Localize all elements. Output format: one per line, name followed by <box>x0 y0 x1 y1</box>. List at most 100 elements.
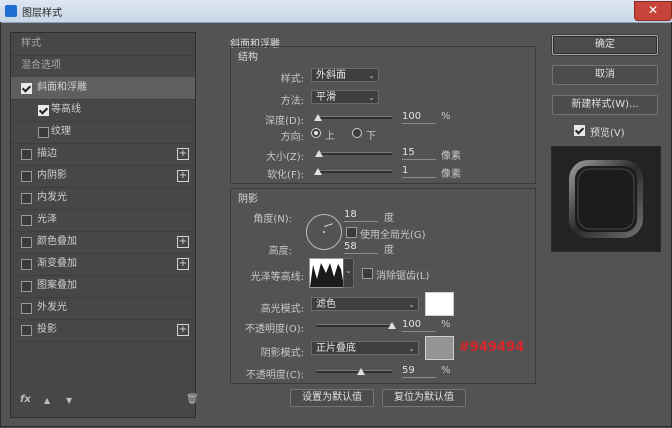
gloss-contour-picker[interactable] <box>309 258 345 288</box>
highlight-opacity-slider[interactable] <box>316 324 392 327</box>
depth-input[interactable]: 100 <box>402 110 436 124</box>
sidebar-item-checkbox[interactable] <box>38 127 49 138</box>
soften-label: 软化(F): <box>267 170 304 181</box>
sidebar-item-label: 渐变叠加 <box>37 258 77 269</box>
sidebar-item[interactable]: 描边 + <box>11 143 195 166</box>
antialias-checkbox[interactable] <box>362 268 373 279</box>
gloss-contour-dropdown[interactable]: ⌄ <box>343 258 354 288</box>
size-label: 大小(Z): <box>265 152 304 163</box>
sidebar-item[interactable]: 混合选项 <box>11 55 195 78</box>
shadow-opacity-input[interactable]: 59 <box>402 364 436 378</box>
altitude-input[interactable]: 58 <box>344 240 378 254</box>
shadow-color-swatch[interactable] <box>425 336 454 360</box>
sidebar-item[interactable]: 内发光 <box>11 187 195 210</box>
sidebar-item-label: 投影 <box>37 324 57 335</box>
sidebar-item-checkbox[interactable] <box>21 171 32 182</box>
shading-title: 阴影 <box>238 194 258 205</box>
sidebar-item-label: 描边 <box>37 148 57 159</box>
move-up-icon[interactable]: ▲ <box>44 396 50 405</box>
sidebar-item-label: 内发光 <box>37 192 67 203</box>
direction-up-radio[interactable] <box>311 128 321 138</box>
highlight-color-swatch[interactable] <box>425 292 454 316</box>
move-down-icon[interactable]: ▼ <box>66 396 72 405</box>
angle-input[interactable]: 18 <box>344 208 378 222</box>
add-effect-plus-icon[interactable]: + <box>177 170 189 182</box>
sidebar-item[interactable]: 样式 <box>11 33 195 56</box>
set-default-button[interactable]: 设置为默认值 <box>290 389 374 407</box>
styles-list: 样式 混合选项 斜面和浮雕 等高线 纹理 描边 + 内阴影 + 内发光 光泽 颜色叠加 + 渐变叠加 + 图案… <box>10 32 196 418</box>
ok-button[interactable]: 确定 <box>552 35 658 55</box>
shadow-mode-label: 阴影模式: <box>260 348 304 359</box>
sidebar-item-checkbox[interactable] <box>21 83 32 94</box>
shadow-opacity-unit: % <box>441 365 451 376</box>
add-effect-plus-icon[interactable]: + <box>177 148 189 160</box>
sidebar-item[interactable]: 颜色叠加 + <box>11 231 195 254</box>
shadow-mode-select[interactable]: 正片叠底 ⌄ <box>311 341 419 355</box>
preview-checkbox[interactable] <box>574 125 585 136</box>
sidebar-item-label: 样式 <box>21 38 41 49</box>
sidebar-item-checkbox[interactable] <box>21 259 32 270</box>
sidebar-item-label: 颜色叠加 <box>37 236 77 247</box>
sidebar-item[interactable]: 投影 + <box>11 319 195 342</box>
sidebar-item[interactable]: 纹理 <box>11 121 195 144</box>
cancel-button[interactable]: 取消 <box>552 65 658 85</box>
highlight-mode-select[interactable]: 滤色 ⌄ <box>311 297 419 311</box>
highlight-mode-value: 滤色 <box>316 299 336 310</box>
depth-slider[interactable] <box>316 116 392 119</box>
sidebar-item-checkbox[interactable] <box>21 237 32 248</box>
add-effect-plus-icon[interactable]: + <box>177 236 189 248</box>
direction-up-label: 上 <box>325 131 335 142</box>
highlight-opacity-input[interactable]: 100 <box>402 318 436 332</box>
size-input[interactable]: 15 <box>402 146 436 160</box>
add-effect-plus-icon[interactable]: + <box>177 258 189 270</box>
shadow-hex-annotation: #949494 <box>459 340 525 355</box>
soften-slider-thumb[interactable] <box>313 168 322 175</box>
sidebar-item-checkbox[interactable] <box>21 149 32 160</box>
size-slider-thumb[interactable] <box>315 150 324 157</box>
sidebar-item[interactable]: 等高线 <box>11 99 195 122</box>
direction-down-label: 下 <box>366 131 376 142</box>
reset-default-button[interactable]: 复位为默认值 <box>382 389 466 407</box>
technique-select-value: 平滑 <box>316 92 336 103</box>
sidebar-item[interactable]: 图案叠加 <box>11 275 195 298</box>
technique-label: 方法: <box>280 96 304 107</box>
close-button[interactable]: ✕ <box>634 1 672 21</box>
style-select[interactable]: 外斜面 ⌄ <box>311 68 379 82</box>
sidebar-item[interactable]: 斜面和浮雕 <box>11 77 195 100</box>
direction-down-radio[interactable] <box>352 128 362 138</box>
sidebar-item[interactable]: 渐变叠加 + <box>11 253 195 276</box>
shadow-opacity-slider[interactable] <box>316 370 392 373</box>
sidebar-item[interactable]: 光泽 <box>11 209 195 232</box>
highlight-opacity-slider-thumb[interactable] <box>388 322 396 329</box>
sidebar-item-checkbox[interactable] <box>21 215 32 226</box>
soften-slider[interactable] <box>316 170 392 173</box>
shadow-opacity-slider-thumb[interactable] <box>356 368 365 375</box>
app-icon <box>5 5 17 17</box>
technique-select[interactable]: 平滑 ⌄ <box>311 90 379 104</box>
chevron-down-icon: ⌄ <box>408 344 415 353</box>
trash-icon[interactable]: 🗑 <box>186 394 199 405</box>
soften-input[interactable]: 1 <box>402 164 436 178</box>
sidebar-item-checkbox[interactable] <box>21 281 32 292</box>
sidebar-item-checkbox[interactable] <box>21 303 32 314</box>
highlight-opacity-unit: % <box>441 319 451 330</box>
title-bar: 图层样式 ✕ <box>0 0 672 23</box>
sidebar-item-checkbox[interactable] <box>38 105 49 116</box>
sidebar-item[interactable]: 外发光 <box>11 297 195 320</box>
size-slider[interactable] <box>316 152 392 155</box>
global-light-checkbox[interactable] <box>346 227 357 238</box>
angle-unit: 度 <box>384 213 394 224</box>
sidebar-item[interactable]: 内阴影 + <box>11 165 195 188</box>
rounded-square-preview-icon <box>569 160 643 238</box>
new-style-button[interactable]: 新建样式(W)... <box>552 95 658 115</box>
sidebar-item-checkbox[interactable] <box>21 325 32 336</box>
sidebar-item-checkbox[interactable] <box>21 193 32 204</box>
chevron-down-icon: ⌄ <box>408 300 415 309</box>
add-effect-plus-icon[interactable]: + <box>177 324 189 336</box>
depth-slider-thumb[interactable] <box>314 114 323 121</box>
preview-label: 预览(V) <box>590 128 625 139</box>
gloss-contour-label: 光泽等高线: <box>250 272 304 283</box>
fx-menu-button[interactable]: fx <box>20 394 31 405</box>
angle-dial[interactable] <box>306 214 342 250</box>
window-title: 图层样式 <box>22 8 62 19</box>
